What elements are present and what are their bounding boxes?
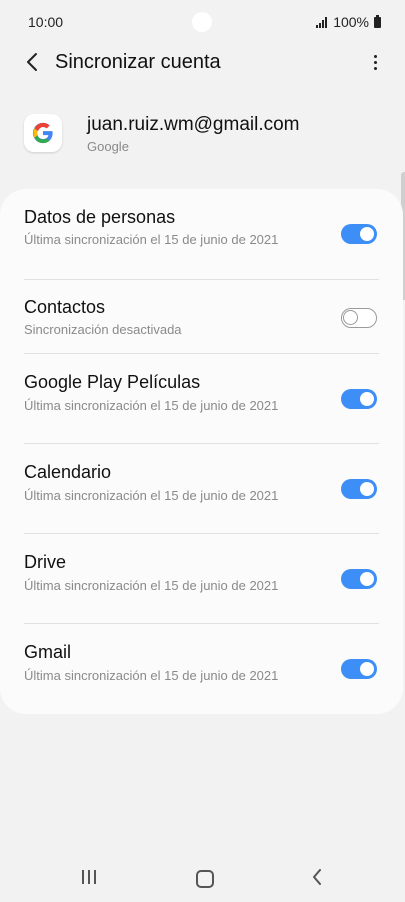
chevron-left-icon xyxy=(27,53,37,71)
sync-item-status: Última sincronización el 15 de junio de … xyxy=(24,578,279,593)
account-email: juan.ruiz.wm@gmail.com xyxy=(87,114,300,135)
account-header: juan.ruiz.wm@gmail.com Google xyxy=(0,108,405,168)
sync-item-play-peliculas[interactable]: Google Play Películas Última sincronizac… xyxy=(0,354,403,444)
status-time: 10:00 xyxy=(28,14,64,30)
sync-item-calendario[interactable]: Calendario Última sincronización el 15 d… xyxy=(0,444,403,534)
back-button[interactable] xyxy=(20,49,44,75)
camera-cutout xyxy=(192,12,212,32)
status-bar: 10:00 100% xyxy=(0,0,405,44)
sync-toggle-play-peliculas[interactable] xyxy=(341,389,377,409)
page-title: Sincronizar cuenta xyxy=(55,51,221,73)
sync-item-datos-personas[interactable]: Datos de personas Última sincronización … xyxy=(0,189,403,280)
more-vertical-icon xyxy=(373,54,377,58)
recent-apps-icon[interactable] xyxy=(82,870,96,884)
sync-item-status: Última sincronización el 15 de junio de … xyxy=(24,668,279,683)
sync-item-drive[interactable]: Drive Última sincronización el 15 de jun… xyxy=(0,534,403,624)
sync-item-contactos[interactable]: Contactos Sincronización desactivada xyxy=(0,280,403,354)
sync-item-label: Google Play Películas xyxy=(24,372,201,392)
back-icon[interactable] xyxy=(312,869,322,890)
app-bar: Sincronizar cuenta xyxy=(0,40,405,84)
sync-toggle-datos-personas[interactable] xyxy=(341,224,377,244)
google-logo-icon xyxy=(24,114,62,152)
sync-item-label: Calendario xyxy=(24,462,112,482)
home-icon[interactable] xyxy=(196,870,214,888)
battery-icon xyxy=(374,14,381,28)
sync-item-label: Gmail xyxy=(24,642,72,662)
sync-item-label: Datos de personas xyxy=(24,207,176,227)
navigation-bar xyxy=(0,854,405,902)
battery-percent: 100% xyxy=(333,14,369,30)
more-options-button[interactable] xyxy=(367,50,383,74)
account-provider: Google xyxy=(87,139,129,154)
sync-item-status: Última sincronización el 15 de junio de … xyxy=(24,398,279,413)
sync-toggle-calendario[interactable] xyxy=(341,479,377,499)
sync-item-status: Última sincronización el 15 de junio de … xyxy=(24,488,279,503)
sync-list: Datos de personas Última sincronización … xyxy=(0,189,403,714)
sync-item-status: Última sincronización el 15 de junio de … xyxy=(24,232,279,247)
sync-item-label: Drive xyxy=(24,552,67,572)
sync-toggle-contactos[interactable] xyxy=(341,308,377,328)
signal-icon xyxy=(316,16,328,28)
sync-item-label: Contactos xyxy=(24,297,106,317)
status-indicators: 100% xyxy=(316,14,381,30)
sync-item-status: Sincronización desactivada xyxy=(24,322,182,337)
sync-toggle-drive[interactable] xyxy=(341,569,377,589)
sync-item-gmail[interactable]: Gmail Última sincronización el 15 de jun… xyxy=(0,624,403,714)
sync-toggle-gmail[interactable] xyxy=(341,659,377,679)
